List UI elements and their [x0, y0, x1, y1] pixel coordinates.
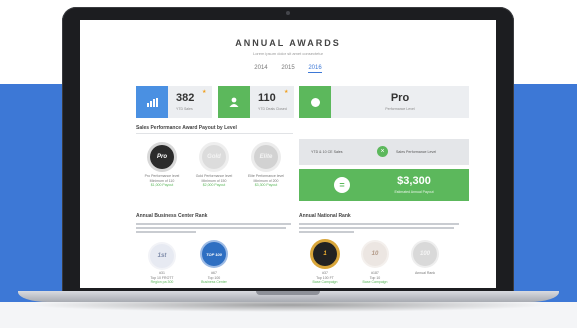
- gold-badge-icon: Gold: [202, 145, 226, 169]
- national-badge-icon: 1: [313, 242, 337, 266]
- star-icon: ★: [284, 89, 289, 95]
- person-icon: [218, 86, 250, 118]
- page-subtitle: Lorem ipsum dolor sit amet consectetur: [252, 51, 324, 56]
- rank-badge-icon: 1st: [150, 244, 174, 268]
- performance-level-card: Pro Performance Level: [299, 86, 469, 118]
- camera-icon: [286, 11, 290, 15]
- badge-caption: Gold Performance level Minimum of 150 $2…: [195, 174, 233, 187]
- badge-caption: #67 Top 100 Business Center: [201, 271, 227, 284]
- description-line: [299, 227, 454, 229]
- level-value: Pro: [390, 92, 410, 104]
- equals-icon: =: [334, 177, 350, 193]
- page-title: ANNUAL AWARDS: [235, 38, 341, 48]
- section-heading-national-rank: Annual National Rank: [299, 213, 351, 219]
- year-tabs: 2014 2015 2016: [80, 65, 496, 73]
- bar-chart-icon: [136, 86, 168, 118]
- badge-caption: Annual Rank: [414, 271, 436, 275]
- tab-year-2015[interactable]: 2015: [281, 65, 294, 71]
- goal-row: YTD & 10 CE Sales × Sales Performance Le…: [299, 139, 469, 165]
- star-icon: ★: [202, 89, 207, 95]
- section-heading-business-rank: Annual Business Center Rank: [136, 213, 208, 219]
- tab-year-2016[interactable]: 2016: [308, 65, 322, 73]
- description-line: [136, 227, 286, 229]
- stat-card-deals: 110 YTD Deals Closed ★: [218, 86, 294, 118]
- stat-value: 382: [176, 92, 195, 104]
- top-100-badge-icon: TOP 100: [202, 242, 226, 266]
- goal-right-text: Sales Performance Level: [396, 150, 437, 154]
- elite-badge-icon: Elite: [254, 145, 278, 169]
- laptop-notch: [256, 291, 320, 295]
- level-label: Performance Level: [385, 107, 415, 111]
- divider: [136, 133, 293, 134]
- stat-label: YTD Deals Closed: [258, 107, 287, 111]
- payout-label: Estimated Annual Payout: [394, 190, 434, 194]
- laptop-screen: ANNUAL AWARDS Lorem ipsum dolor sit amet…: [80, 20, 496, 288]
- goal-left-text: YTD & 10 CE Sales: [311, 150, 343, 154]
- national-badge-icon: 100: [413, 242, 437, 266]
- payout-amount: $3,300: [397, 175, 431, 187]
- stat-value: 110: [258, 92, 276, 104]
- description-line: [136, 231, 196, 233]
- close-icon: ×: [377, 146, 388, 157]
- national-badge-icon: 10: [363, 242, 387, 266]
- pro-badge-icon: Pro: [150, 145, 174, 169]
- description-line: [299, 223, 459, 225]
- circle-icon: [299, 86, 331, 118]
- badge-caption: #31 Top 10 FROTT Region pa 300: [150, 271, 174, 284]
- payout-card: = $3,300 Estimated Annual Payout: [299, 169, 469, 201]
- stat-label: YTD Sales: [176, 107, 193, 111]
- section-heading-sales: Sales Performance Award Payout by Level: [136, 125, 237, 131]
- badge-caption: Pro Performance level Minimum of 110 $1,…: [144, 174, 180, 187]
- description-line: [299, 231, 354, 233]
- stat-card-sales: 382 YTD Sales ★: [136, 86, 212, 118]
- description-line: [136, 223, 291, 225]
- badge-caption: Elite Performance level Minimum of 200 $…: [248, 174, 284, 187]
- tab-year-2014[interactable]: 2014: [254, 65, 267, 71]
